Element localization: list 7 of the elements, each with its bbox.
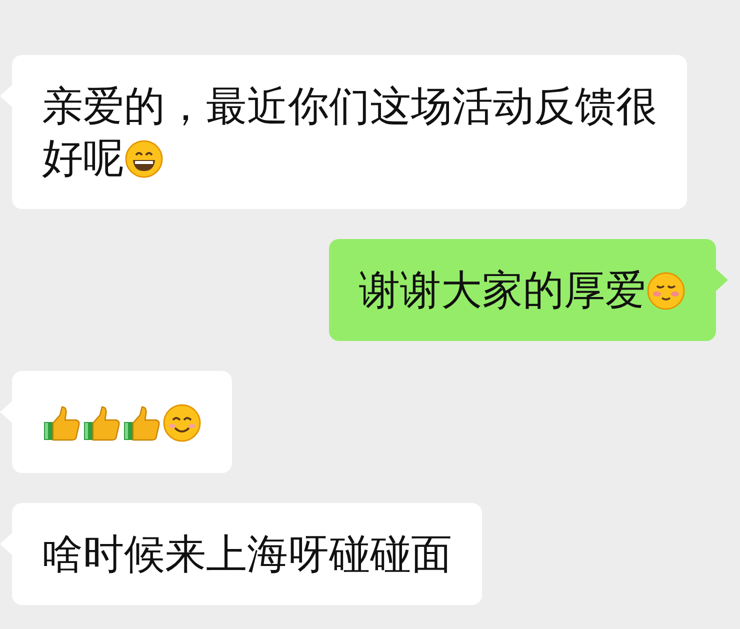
- smiling-face-icon: [162, 403, 202, 443]
- message-text: 谢谢大家的厚爱: [359, 266, 646, 314]
- message-text: 啥时候来上海呀碰碰面: [42, 530, 452, 578]
- blushing-face-icon: [646, 271, 686, 311]
- grinning-face-icon: [124, 139, 164, 179]
- message-text: 亲爱的，最近你们这场活动反馈很: [42, 82, 657, 130]
- message-text: 好呢: [42, 134, 124, 182]
